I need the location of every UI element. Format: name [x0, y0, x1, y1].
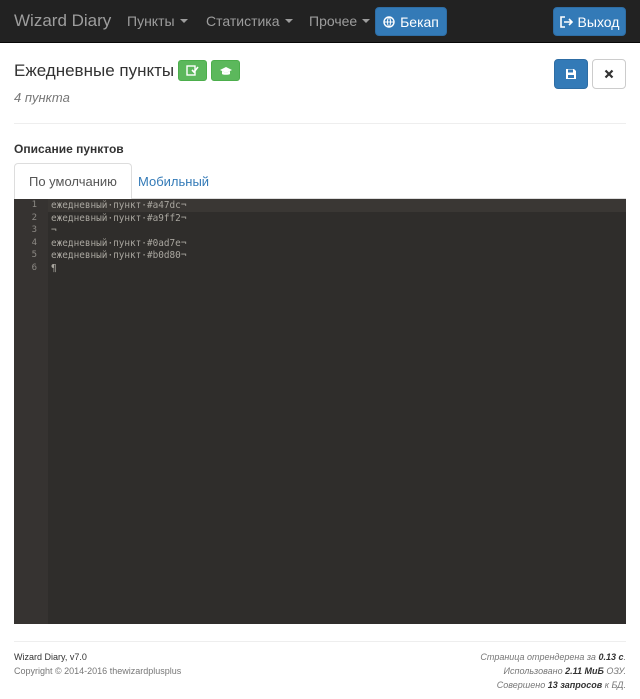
tab-mobile[interactable]: Мобильный — [124, 163, 223, 199]
items-count: 4 пункта — [14, 90, 70, 105]
menu-other-dropdown[interactable]: Прочее — [309, 13, 371, 29]
line-number: 6 — [31, 263, 37, 273]
db-queries-stat: Совершено 13 запросов к БД. — [496, 680, 626, 690]
menu-stats-dropdown[interactable]: Статистика — [206, 13, 293, 29]
code-line: ежедневный·пункт·#a9ff2¬ — [51, 213, 187, 224]
checklist-icon — [186, 65, 199, 76]
divider — [14, 123, 626, 124]
tab-default[interactable]: По умолчанию — [14, 163, 132, 200]
line-number: 2 — [31, 213, 37, 223]
footer-divider — [14, 641, 626, 642]
code-line: ежедневный·пункт·#a47dc¬ — [51, 200, 187, 211]
code-line: ежедневный·пункт·#b0d80¬ — [51, 250, 187, 261]
footer-left: Wizard Diary, v7.0 Copyright © 2014-2016… — [14, 650, 181, 678]
logout-icon — [559, 15, 573, 28]
tab-mobile-label: Мобильный — [138, 173, 210, 189]
code-line: ¬ — [51, 225, 57, 236]
close-icon — [604, 69, 614, 79]
menu-items-dropdown[interactable]: Пункты — [127, 13, 188, 29]
footer-stats: Страница отрендерена за 0.13 с. Использо… — [480, 650, 626, 692]
line-number: 5 — [31, 250, 37, 260]
code-line: ¶ — [51, 263, 57, 274]
close-button[interactable] — [592, 59, 626, 89]
footer-version: Wizard Diary, v7.0 — [14, 652, 87, 662]
navbar: Wizard Diary Пункты Статистика Прочее Бе… — [0, 0, 640, 43]
title-row: Ежедневные пункты — [14, 60, 241, 81]
render-time-stat: Страница отрендерена за 0.13 с. — [480, 652, 626, 662]
code-editor[interactable]: 1 ежедневный·пункт·#a47dc¬ 2 ежедневный·… — [14, 199, 626, 624]
menu-other-label: Прочее — [309, 13, 358, 29]
caret-down-icon — [179, 19, 188, 24]
check-items-button[interactable] — [178, 60, 208, 81]
menu-stats-label: Статистика — [206, 13, 280, 29]
tab-default-label: По умолчанию — [29, 174, 117, 189]
description-tabs: По умолчанию Мобильный — [14, 163, 626, 200]
footer-copyright: Copyright © 2014-2016 thewizardplusplus — [14, 666, 182, 676]
logout-button[interactable]: Выход — [553, 7, 626, 36]
page-title: Ежедневные пункты — [14, 60, 175, 80]
backup-button[interactable]: Бекап — [375, 7, 447, 36]
caret-down-icon — [362, 19, 371, 24]
backup-label: Бекап — [400, 13, 439, 30]
menu-items-label: Пункты — [127, 13, 175, 29]
education-button[interactable] — [211, 60, 241, 81]
save-button[interactable] — [554, 59, 588, 89]
graduation-cap-icon — [219, 66, 232, 75]
line-number: 3 — [31, 225, 37, 235]
memory-stat: Использовано 2.11 МиБ ОЗУ. — [503, 666, 626, 676]
globe-icon — [383, 15, 395, 28]
code-line: ежедневный·пункт·#0ad7e¬ — [51, 238, 187, 249]
logout-label: Выход — [577, 13, 620, 30]
floppy-disk-icon — [566, 69, 576, 79]
line-number: 4 — [31, 238, 37, 248]
caret-down-icon — [284, 19, 293, 24]
description-label: Описание пунктов — [14, 142, 124, 156]
line-number: 1 — [31, 200, 37, 210]
brand-link[interactable]: Wizard Diary — [14, 11, 111, 31]
